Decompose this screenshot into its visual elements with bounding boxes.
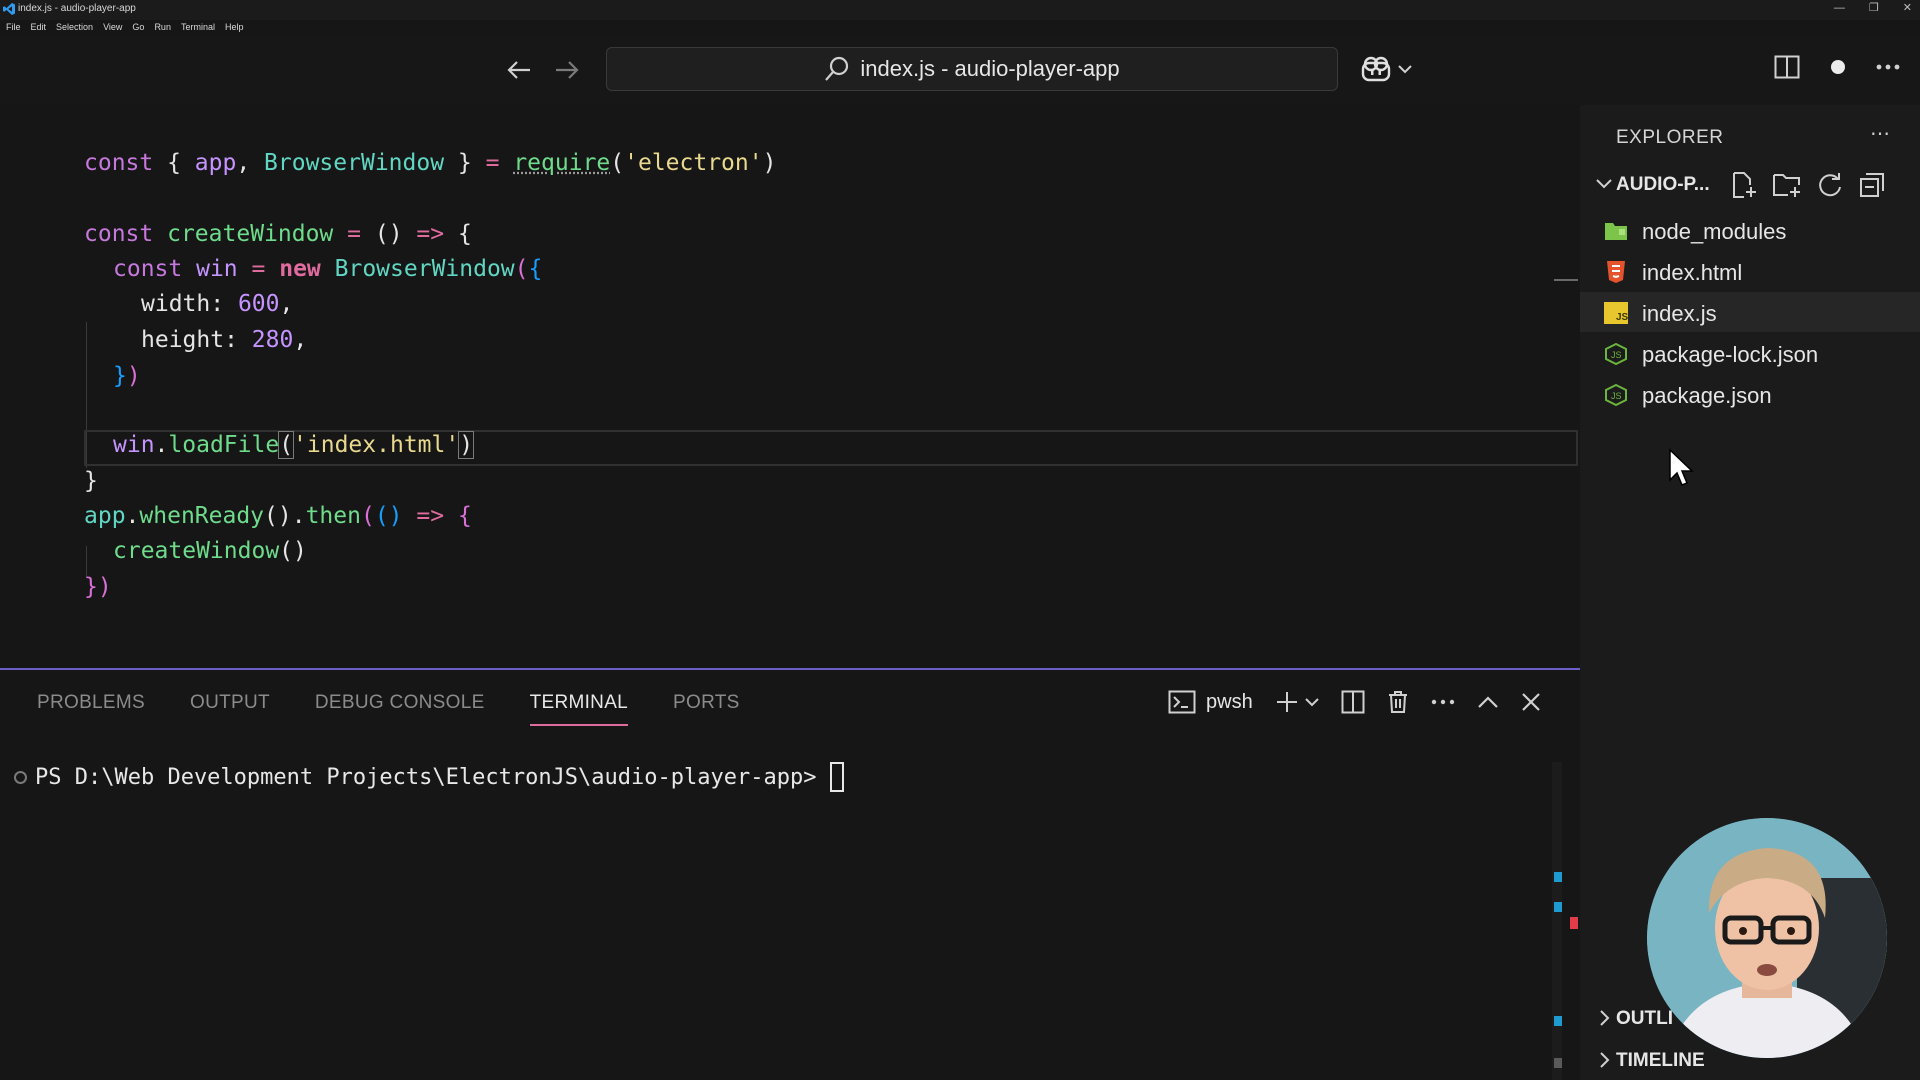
- tab-problems[interactable]: PROBLEMS: [37, 692, 145, 726]
- overview-ruler-mark: [1554, 279, 1578, 281]
- vscode-logo-icon: [3, 3, 15, 15]
- tab-debug-console[interactable]: DEBUG CONSOLE: [315, 692, 485, 726]
- chevron-right-icon: [1600, 1052, 1610, 1068]
- menu-go[interactable]: Go: [132, 19, 144, 35]
- tab-ports[interactable]: PORTS: [673, 692, 740, 726]
- split-editor-icon[interactable]: [1774, 55, 1800, 79]
- window-title: index.js - audio-player-app: [18, 3, 136, 14]
- section-label: TIMELINE: [1616, 1050, 1705, 1071]
- terminal-icon: [1168, 690, 1196, 714]
- tab-output[interactable]: OUTPUT: [190, 692, 270, 726]
- chevron-right-icon: [1600, 1010, 1610, 1026]
- code-line-11: app.whenReady().then(() => {: [84, 503, 472, 529]
- menu-view[interactable]: View: [103, 19, 122, 35]
- svg-text:JS: JS: [1611, 391, 1622, 401]
- more-actions-icon[interactable]: [1876, 64, 1900, 70]
- restore-button[interactable]: ❐: [1869, 0, 1879, 16]
- file-item-node-modules[interactable]: node_modules: [1580, 210, 1920, 250]
- tab-terminal[interactable]: TERMINAL: [529, 692, 629, 726]
- terminal-scrollbar[interactable]: [1552, 670, 1580, 1080]
- panel-tabs: PROBLEMS OUTPUT DEBUG CONSOLE TERMINAL P…: [37, 692, 740, 726]
- code-line-4: const win = new BrowserWindow({: [113, 256, 543, 282]
- command-center-search[interactable]: index.js - audio-player-app: [606, 47, 1338, 91]
- arrow-right-icon: [556, 61, 579, 79]
- folder-icon: [1605, 223, 1627, 240]
- code-line-1: const { app, BrowserWindow } = require('…: [84, 150, 777, 176]
- forward-button[interactable]: [550, 55, 584, 85]
- search-text: index.js - audio-player-app: [860, 56, 1120, 81]
- code-line-10: }: [84, 468, 98, 494]
- refresh-icon[interactable]: [1816, 171, 1844, 199]
- bottom-panel: PROBLEMS OUTPUT DEBUG CONSOLE TERMINAL P…: [0, 668, 1580, 1080]
- workspace-folder-name: AUDIO-P...: [1616, 174, 1710, 195]
- section-label: OUTLI: [1616, 1008, 1673, 1029]
- code-line-12: createWindow(): [113, 538, 307, 564]
- terminal-prompt: PS D:\Web Development Projects\ElectronJ…: [35, 764, 817, 790]
- chevron-down-icon: [1398, 65, 1412, 74]
- split-terminal-icon[interactable]: [1341, 690, 1365, 714]
- new-file-icon[interactable]: [1730, 171, 1758, 199]
- terminal-output[interactable]: PS D:\Web Development Projects\ElectronJ…: [14, 762, 845, 792]
- mouse-cursor-icon: [1669, 448, 1694, 486]
- unsaved-dot-icon[interactable]: [1830, 59, 1846, 75]
- new-folder-icon[interactable]: [1772, 171, 1802, 199]
- title-bar: index.js - audio-player-app — ❐ ✕: [0, 0, 1920, 20]
- menu-file[interactable]: File: [6, 19, 21, 35]
- code-line-7: }): [113, 363, 141, 389]
- explorer-more-icon[interactable]: ⋯: [1870, 121, 1890, 146]
- shell-label: pwsh: [1206, 690, 1253, 713]
- menu-bar: File Edit Selection View Go Run Terminal…: [0, 19, 243, 35]
- new-terminal-button[interactable]: [1275, 690, 1319, 714]
- file-item-package-lock-json[interactable]: JS package-lock.json: [1580, 333, 1920, 373]
- json-icon: JS: [1605, 384, 1627, 406]
- search-icon: [825, 56, 849, 81]
- maximize-panel-icon[interactable]: [1477, 695, 1499, 709]
- close-icon[interactable]: [1521, 692, 1541, 712]
- trash-icon[interactable]: [1387, 690, 1409, 714]
- webcam-overlay: [1647, 818, 1887, 1058]
- code-line-5: width: 600,: [141, 291, 294, 317]
- file-name: index.js: [1642, 301, 1717, 326]
- file-name: index.html: [1642, 260, 1743, 285]
- json-icon: JS: [1605, 343, 1627, 365]
- menu-edit[interactable]: Edit: [31, 19, 47, 35]
- minimize-button[interactable]: —: [1834, 0, 1845, 16]
- code-line-9: win.loadFile('index.html'): [113, 431, 475, 459]
- menu-help[interactable]: Help: [225, 19, 244, 35]
- arrow-left-icon: [507, 61, 530, 79]
- copilot-icon: [1361, 56, 1391, 82]
- close-window-button[interactable]: ✕: [1903, 0, 1912, 16]
- terminal-cursor: [830, 762, 845, 792]
- more-actions-icon[interactable]: [1431, 699, 1455, 705]
- command-bar: index.js - audio-player-app: [0, 35, 1920, 105]
- menu-selection[interactable]: Selection: [56, 19, 93, 35]
- back-button[interactable]: [502, 55, 536, 85]
- menu-run[interactable]: Run: [154, 19, 171, 35]
- svg-text:JS: JS: [1616, 312, 1628, 323]
- file-item-index-html[interactable]: index.html: [1580, 251, 1920, 291]
- html-icon: [1607, 261, 1625, 283]
- file-item-index-js[interactable]: JS index.js: [1580, 292, 1920, 332]
- collapse-all-icon[interactable]: [1858, 171, 1886, 199]
- menu-terminal[interactable]: Terminal: [181, 19, 215, 35]
- explorer-title: EXPLORER: [1616, 127, 1724, 148]
- terminal-shell-selector[interactable]: pwsh: [1168, 690, 1253, 714]
- file-name: package.json: [1642, 383, 1772, 408]
- code-line-3: const createWindow = () => {: [84, 221, 472, 247]
- file-name: node_modules: [1642, 219, 1787, 244]
- code-line-13: }): [84, 574, 112, 600]
- workspace-folder-header[interactable]: AUDIO-P...: [1580, 167, 1920, 201]
- plus-icon: [1276, 692, 1297, 712]
- copilot-button[interactable]: [1360, 55, 1412, 83]
- svg-text:JS: JS: [1611, 350, 1622, 360]
- chevron-down-icon: [1596, 179, 1612, 189]
- file-name: package-lock.json: [1642, 342, 1819, 367]
- chevron-down-icon: [1304, 698, 1319, 707]
- js-icon: JS: [1604, 302, 1628, 324]
- file-item-package-json[interactable]: JS package.json: [1580, 374, 1920, 414]
- terminal-status-dot-icon: [14, 770, 27, 784]
- code-line-6: height: 280,: [141, 327, 308, 353]
- code-editor[interactable]: const { app, BrowserWindow } = require('…: [0, 105, 1580, 668]
